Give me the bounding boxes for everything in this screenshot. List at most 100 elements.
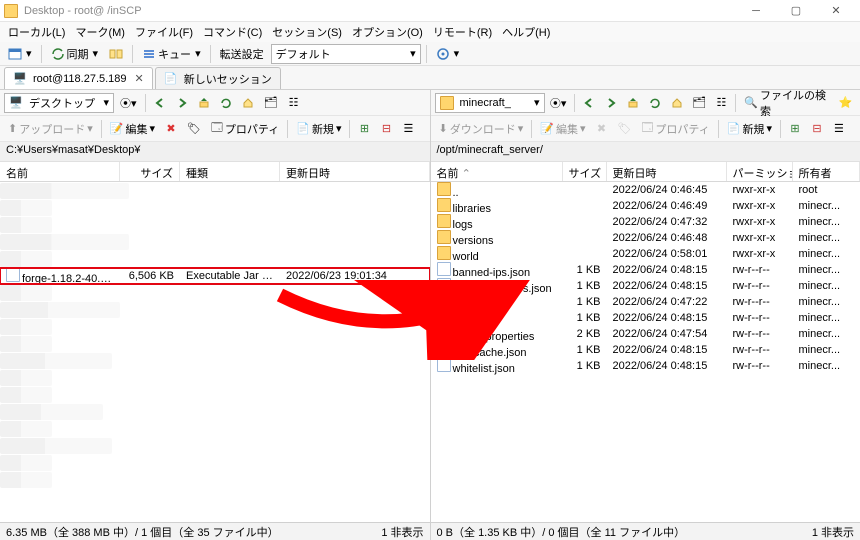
up-icon <box>437 182 451 196</box>
local-plus-button[interactable]: ⊞ <box>354 119 374 139</box>
remote-rename-button[interactable]: 🏷 <box>613 119 635 139</box>
remote-up-button[interactable] <box>623 93 643 113</box>
local-forward-button[interactable] <box>172 93 192 113</box>
menu-remote[interactable]: リモート(R) <box>429 22 496 42</box>
remote-nav-hist[interactable]: ⦿▾ <box>547 93 570 113</box>
remote-edit-button[interactable]: 📝 編集 ▾ <box>536 119 589 139</box>
remote-file-row[interactable]: whitelist.json1 KB2022/06/24 0:48:15rw-r… <box>431 358 860 374</box>
session-tab-active[interactable]: 🖥️root@118.27.5.189✕ <box>4 67 153 89</box>
close-tab-icon[interactable]: ✕ <box>135 72 144 85</box>
remote-minus-button[interactable]: ⊟ <box>807 119 827 139</box>
remote-home-button[interactable] <box>667 93 687 113</box>
download-button[interactable]: ⬇ ダウンロード ▾ <box>435 119 528 139</box>
rcol-date[interactable]: 更新日時 <box>607 162 727 181</box>
remote-plus-button[interactable]: ⊞ <box>785 119 805 139</box>
remote-view-button[interactable]: ☰ <box>829 119 849 139</box>
status-left: 6.35 MB（全 388 MB 中）/ 1 個目（全 35 ファイル中） <box>6 524 279 540</box>
minimize-button[interactable]: ─ <box>736 1 776 21</box>
fld-icon <box>437 246 451 260</box>
desktop-icon: 🖥️ <box>9 96 23 110</box>
remote-rows[interactable]: ..2022/06/24 0:46:45rwxr-xr-xrootlibrari… <box>431 182 860 522</box>
status-right: 0 B（全 1.35 KB 中）/ 0 個目（全 11 ファイル中） <box>437 524 686 540</box>
local-tree-button[interactable]: ☷ <box>284 93 304 113</box>
remote-forward-button[interactable] <box>601 93 621 113</box>
remote-tree-button[interactable]: ☷ <box>711 93 731 113</box>
col-size[interactable]: サイズ <box>120 162 180 181</box>
settings-button[interactable]: ▾ <box>432 44 464 64</box>
transfer-label: 転送設定 <box>216 46 268 62</box>
menu-mark[interactable]: マーク(M) <box>71 22 129 42</box>
local-header: 名前 サイズ 種類 更新日時 <box>0 162 430 182</box>
local-root-button[interactable]: 🗂 <box>260 93 282 113</box>
titlebar: Desktop - root@ /inSCP ─ ▢ ✕ <box>0 0 860 22</box>
local-edit-button[interactable]: 📝 編集 ▾ <box>106 119 159 139</box>
file-icon <box>437 262 451 276</box>
file-icon <box>437 342 451 356</box>
file-icon <box>437 278 451 292</box>
rcol-name[interactable]: 名前 ⌃ <box>431 162 563 181</box>
menu-file[interactable]: ファイル(F) <box>131 22 197 42</box>
menu-options[interactable]: オプション(O) <box>348 22 427 42</box>
local-file-row[interactable]: forge-1.18.2-40.1.0-in... 6,506 KB Execu… <box>0 268 430 284</box>
file-icon <box>437 326 451 340</box>
new-session-icon: 📄 <box>164 72 178 86</box>
compare-button[interactable] <box>105 44 127 64</box>
remote-new-button[interactable]: 📄 新規 ▾ <box>723 119 776 139</box>
col-date[interactable]: 更新日時 <box>280 162 430 181</box>
menu-session[interactable]: セッション(S) <box>268 22 346 42</box>
remote-back-button[interactable] <box>579 93 599 113</box>
local-new-button[interactable]: 📄 新規 ▾ <box>292 119 345 139</box>
local-location-select[interactable]: 🖥️デスクトップ▾ <box>4 93 114 113</box>
rcol-perm[interactable]: パーミッション <box>727 162 793 181</box>
local-rename-button[interactable]: 🏷 <box>183 119 205 139</box>
local-refresh-button[interactable] <box>216 93 236 113</box>
col-name[interactable]: 名前 <box>0 162 120 181</box>
remote-properties-button[interactable]: 🗔 プロパティ <box>637 119 713 139</box>
new-session-tab[interactable]: 📄新しいセッション <box>155 67 281 89</box>
menu-help[interactable]: ヘルプ(H) <box>498 22 554 42</box>
address-book-button[interactable]: ▾ <box>4 44 36 64</box>
remote-bookmark-button[interactable]: ⭐ <box>835 93 856 113</box>
remote-search-button[interactable]: 🔍 ファイルの検索 <box>740 93 833 113</box>
local-home-button[interactable] <box>238 93 258 113</box>
remote-refresh-button[interactable] <box>645 93 665 113</box>
local-view-button[interactable]: ☰ <box>398 119 418 139</box>
rcol-own[interactable]: 所有者 <box>793 162 860 181</box>
local-rows[interactable]: forge-1.18.2-40.1.0-in... 6,506 KB Execu… <box>0 182 430 522</box>
local-delete-button[interactable]: ✖ <box>161 119 181 139</box>
status-left-hidden: 1 非表示 <box>381 524 423 540</box>
remote-root-button[interactable]: 🗂 <box>689 93 710 113</box>
local-back-button[interactable] <box>150 93 170 113</box>
queue-button[interactable]: キュー▾ <box>138 44 205 64</box>
local-minus-button[interactable]: ⊟ <box>376 119 396 139</box>
fld-icon <box>437 230 451 244</box>
local-nav-back[interactable]: ⦿▾ <box>116 93 141 113</box>
local-up-button[interactable] <box>194 93 214 113</box>
local-pane: 🖥️デスクトップ▾ ⦿▾ 🗂 ☷ ⬆ アップロード ▾ 📝 編集 ▾ ✖ 🏷 🗔… <box>0 90 431 522</box>
remote-pane: minecraft_▾ ⦿▾ 🗂 ☷ 🔍 ファイルの検索 ⭐ ⬇ ダウンロード … <box>431 90 860 522</box>
main-toolbar: ▾ 同期▾ キュー▾ 転送設定 デフォルト▾ ▾ <box>0 42 860 66</box>
session-icon: 🖥️ <box>13 72 27 86</box>
local-path: C:¥Users¥masat¥Desktop¥ <box>0 142 430 162</box>
remote-delete-button[interactable]: ✖ <box>591 119 611 139</box>
file-icon <box>437 294 451 308</box>
close-button[interactable]: ✕ <box>816 1 856 21</box>
maximize-button[interactable]: ▢ <box>776 1 816 21</box>
window-title: Desktop - root@ /inSCP <box>24 5 142 17</box>
transfer-preset-select[interactable]: デフォルト▾ <box>271 44 421 64</box>
remote-path: /opt/minecraft_server/ <box>431 142 860 162</box>
menu-command[interactable]: コマンド(C) <box>199 22 266 42</box>
col-type[interactable]: 種類 <box>180 162 280 181</box>
session-tabs: 🖥️root@118.27.5.189✕ 📄新しいセッション <box>0 66 860 90</box>
remote-header: 名前 ⌃ サイズ 更新日時 パーミッション 所有者 <box>431 162 860 182</box>
local-properties-button[interactable]: 🗔 プロパティ <box>207 119 283 139</box>
upload-button[interactable]: ⬆ アップロード ▾ <box>4 119 97 139</box>
status-right-hidden: 1 非表示 <box>812 524 854 540</box>
folder-icon <box>440 96 454 110</box>
remote-location-select[interactable]: minecraft_▾ <box>435 93 545 113</box>
sync-button[interactable]: 同期▾ <box>47 44 103 64</box>
fld-icon <box>437 214 451 228</box>
menu-local[interactable]: ローカル(L) <box>4 22 69 42</box>
rcol-size[interactable]: サイズ <box>563 162 607 181</box>
file-icon <box>437 358 451 372</box>
